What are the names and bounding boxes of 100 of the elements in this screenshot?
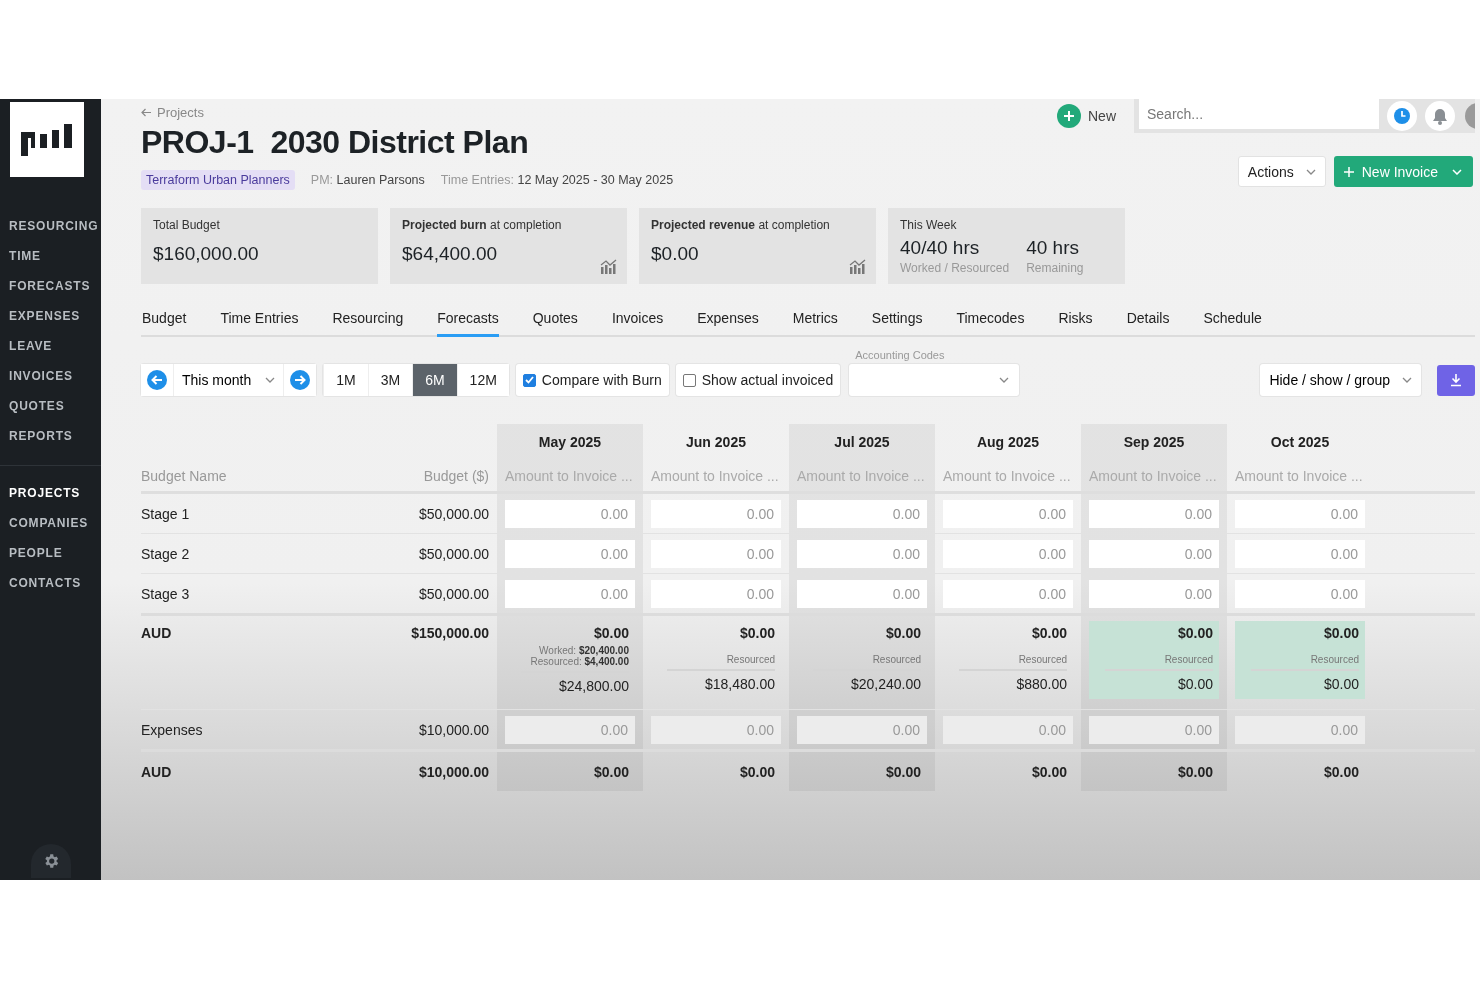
card-value: $64,400.00 (402, 243, 499, 265)
nav-item[interactable]: PROJECTS (0, 478, 101, 508)
total-label: AUD (141, 624, 173, 643)
plus-icon (1057, 104, 1081, 128)
burn-note: Resourced (726, 654, 775, 665)
burn-total: $20,240.00 (850, 676, 921, 692)
logo[interactable] (10, 102, 84, 177)
stat-value: 40 hrs (1026, 237, 1080, 259)
burn-note: Resourced (1310, 654, 1359, 665)
burn-total: $0.00 (1177, 676, 1213, 692)
column-header: Amount to Invoice ... (1227, 460, 1373, 494)
burn-note: Worked: $20,400.00 (539, 645, 629, 656)
budget-name: Stage 3 (141, 584, 191, 604)
budget-amount: $50,000.00 (417, 584, 490, 604)
back-arrow-icon (141, 108, 152, 117)
bell-icon[interactable] (1432, 107, 1448, 125)
nav-item[interactable]: QUOTES (0, 391, 101, 421)
burn-note: Resourced (1018, 654, 1067, 665)
tab[interactable]: Forecasts (437, 306, 499, 337)
company-tag[interactable]: Terraform Urban Planners (141, 170, 295, 190)
caret-icon (1402, 377, 1412, 383)
budget-name: Stage 1 (141, 504, 191, 524)
field-label: Accounting Codes (855, 348, 946, 361)
invoice-total: $0.00 (885, 625, 921, 641)
column-header: Amount to Invoice ... (789, 460, 935, 494)
burn-total: $0.00 (1323, 676, 1359, 692)
tab[interactable]: Metrics (792, 306, 838, 337)
avatar-icon[interactable] (1463, 101, 1475, 131)
download-icon (1449, 373, 1463, 387)
tab[interactable]: Details (1126, 306, 1170, 337)
tab[interactable]: Time Entries (220, 306, 299, 337)
nav-item[interactable]: COMPANIES (0, 508, 101, 538)
caret-icon (1452, 168, 1462, 175)
plus-icon (1343, 166, 1354, 177)
caret-icon (1305, 168, 1316, 175)
checkbox[interactable] (682, 373, 696, 387)
tab[interactable]: Invoices (611, 306, 664, 337)
column-header: Budget Name (141, 460, 341, 494)
column-header: Amount to Invoice ... (497, 460, 643, 494)
checkbox-option[interactable]: Compare with Burn (515, 364, 669, 396)
tab[interactable]: Timecodes (956, 306, 1025, 337)
budget-amount: $10,000.00 (417, 720, 490, 740)
subtotal-value: $0.00 (738, 762, 776, 782)
card-title: Total Budget (153, 218, 221, 232)
bar-chart-icon[interactable] (849, 259, 866, 274)
tab[interactable]: Budget (142, 306, 187, 337)
tab[interactable]: Resourcing (332, 306, 404, 337)
range-button[interactable]: 12M (456, 364, 509, 396)
month-header: Jun 2025 (685, 433, 747, 452)
budget-amount: $50,000.00 (417, 544, 490, 564)
bar-chart-icon[interactable] (600, 259, 617, 274)
checkbox-label[interactable]: Compare with Burn (541, 372, 662, 388)
tab[interactable]: Quotes (532, 306, 578, 337)
nav-item[interactable]: LEAVE (0, 331, 101, 361)
budget-name: Expenses (141, 720, 204, 740)
nav-item[interactable]: EXPENSES (0, 301, 101, 331)
caret-icon (999, 376, 1010, 383)
project-title: PROJ-1 2030 District Plan (141, 124, 530, 161)
period-dropdown[interactable]: This month (173, 364, 285, 396)
stat-label: Remaining (1026, 261, 1084, 275)
burn-total: $24,800.00 (558, 678, 629, 694)
card-title: Projected burn at completion (402, 218, 563, 232)
clock-icon[interactable] (1393, 107, 1411, 125)
meta-text: PM: Lauren Parsons (310, 173, 425, 187)
month-header: May 2025 (497, 424, 643, 460)
logo-icon (21, 123, 73, 156)
month-header: Oct 2025 (1269, 433, 1331, 452)
new-button[interactable]: New (1057, 104, 1116, 128)
subtotal-value: $0.00 (1322, 762, 1360, 782)
search-field[interactable]: Search... (1139, 99, 1379, 129)
checkbox[interactable] (522, 373, 536, 387)
stat-value: 40/40 hrs (900, 237, 981, 259)
caret-icon (265, 377, 276, 383)
checkbox-label[interactable]: Show actual invoiced (701, 372, 834, 388)
tab[interactable]: Settings (871, 306, 923, 337)
budget-amount: $50,000.00 (417, 504, 490, 524)
checkbox-option[interactable]: Show actual invoiced (675, 364, 841, 396)
tab[interactable]: Expenses (697, 306, 759, 337)
burn-note: Resourced: $4,400.00 (530, 656, 629, 667)
nav-item[interactable]: INVOICES (0, 361, 101, 391)
burn-note: Resourced (1164, 654, 1213, 665)
nav-item[interactable]: REPORTS (0, 421, 101, 451)
nav-item[interactable]: FORECASTS (0, 271, 101, 301)
hide-show-group-dropdown[interactable]: Hide / show / group (1260, 364, 1421, 396)
stat-label: Worked / Resourced (900, 261, 1010, 275)
column-header: Amount to Invoice ... (643, 460, 789, 494)
card-title: This Week (900, 218, 958, 232)
nav-item[interactable]: PEOPLE (0, 538, 101, 568)
subtotal-value: $0.00 (789, 752, 935, 791)
subtotal-value: $0.00 (497, 752, 643, 791)
actions-button[interactable]: Actions (1237, 156, 1326, 187)
nav-item[interactable]: TIME (0, 241, 101, 271)
invoice-total: $0.00 (593, 625, 629, 641)
tab[interactable]: Risks (1058, 306, 1093, 337)
nav-item[interactable]: RESOURCING (0, 211, 101, 241)
card-value: $0.00 (651, 243, 700, 265)
range-button[interactable]: 6M (412, 364, 457, 396)
tab[interactable]: Schedule (1203, 306, 1262, 337)
download-button[interactable] (1437, 364, 1475, 396)
nav-item[interactable]: CONTACTS (0, 568, 101, 598)
